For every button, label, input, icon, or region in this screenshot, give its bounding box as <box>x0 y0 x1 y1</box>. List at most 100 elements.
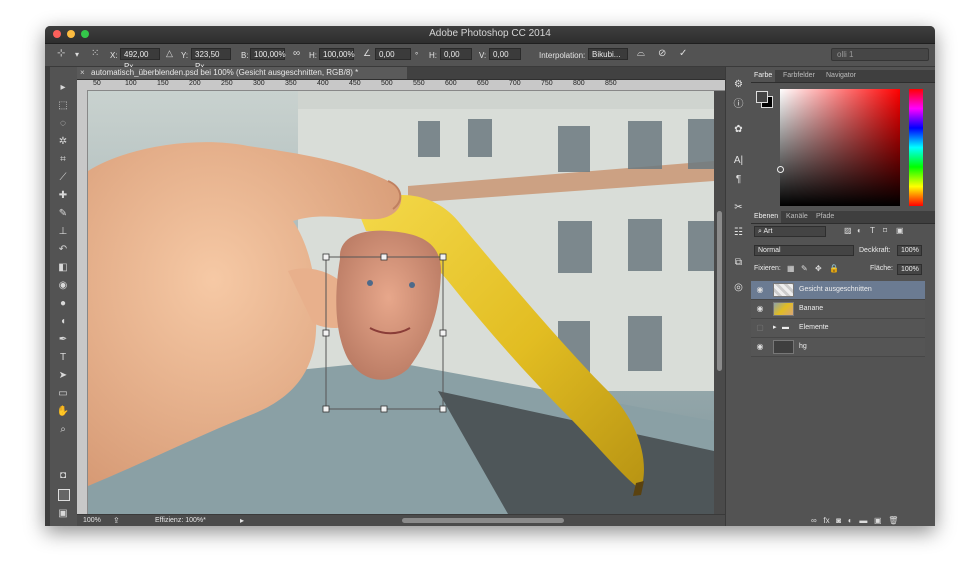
delta-icon[interactable]: △ <box>166 48 173 59</box>
shape-tool-icon[interactable]: ▭ <box>54 387 72 401</box>
tab-kanaele[interactable]: Kanäle <box>783 211 811 223</box>
folder-expand-icon[interactable]: ▸ <box>773 319 777 337</box>
blur-tool-icon[interactable]: ● <box>54 297 72 311</box>
filter-smart-object-icon[interactable]: ▣ <box>896 226 904 235</box>
type-tool-icon[interactable]: T <box>54 351 72 365</box>
cancel-transform-icon[interactable]: ⊘ <box>658 48 666 59</box>
angle-field[interactable]: 0,00 <box>375 48 411 60</box>
fill-field[interactable]: 100% <box>897 264 922 275</box>
move-tool-icon[interactable]: ▸ <box>54 81 72 95</box>
paragraph-panel-icon[interactable]: ¶ <box>731 174 746 186</box>
lock-all-icon[interactable]: 🔒 <box>829 264 839 273</box>
eyedropper-icon[interactable]: ⟋ <box>54 171 72 185</box>
workspace-select[interactable]: olli 1 <box>831 48 929 61</box>
new-group-icon[interactable]: ▬ <box>859 516 867 525</box>
vertical-ruler[interactable] <box>77 90 88 514</box>
layer-row-gesicht[interactable]: ◉ Gesicht ausgeschnitten <box>751 281 925 300</box>
adjustments-icon[interactable]: ☷ <box>731 227 746 239</box>
color-picker-field[interactable] <box>777 89 900 206</box>
hand-tool-icon[interactable]: ✋ <box>54 405 72 419</box>
dropdown-arrow-icon[interactable]: ▾ <box>75 50 79 59</box>
history-brush-icon[interactable]: ↶ <box>54 243 72 257</box>
marquee-tool-icon[interactable]: ⬚ <box>54 99 72 113</box>
filter-pixel-icon[interactable]: ▨ <box>844 226 852 235</box>
lock-pixels-icon[interactable]: ✎ <box>801 264 808 273</box>
new-layer-icon[interactable]: ▣ <box>874 516 882 525</box>
crop-tool-icon[interactable]: ⌗ <box>54 153 72 167</box>
tools-settings-icon[interactable]: ✂ <box>731 202 746 214</box>
brush-tool-icon[interactable]: ✎ <box>54 207 72 221</box>
vertical-scrollbar[interactable] <box>714 91 725 514</box>
zoom-level[interactable]: 100% <box>83 517 101 524</box>
eye-icon[interactable]: ◉ <box>754 281 766 299</box>
commit-transform-icon[interactable]: ✓ <box>679 48 687 59</box>
filter-shape-icon[interactable]: ⌑ <box>883 226 887 235</box>
foreground-color-swatch[interactable] <box>58 489 70 501</box>
horizontal-ruler[interactable]: 50 100 150 200 250 300 350 400 450 500 550 600 650 70… <box>88 80 725 91</box>
tab-pfade[interactable]: Pfade <box>813 211 837 223</box>
trash-icon[interactable]: 🗑 <box>888 516 898 525</box>
export-icon[interactable]: ⇪ <box>113 516 120 525</box>
hue-slider[interactable] <box>909 89 923 206</box>
panel-foreground-swatch[interactable] <box>756 91 768 103</box>
warp-icon[interactable]: ⌓ <box>637 48 645 59</box>
healing-brush-icon[interactable]: ✚ <box>54 189 72 203</box>
layer-comps-icon[interactable]: ⧉ <box>731 257 746 269</box>
link-layers-icon[interactable]: ∞ <box>811 516 817 525</box>
interpolation-select[interactable]: Bikubi... <box>588 48 628 60</box>
add-mask-icon[interactable]: ◙ <box>836 516 841 525</box>
width-field[interactable]: 100,00% <box>250 48 286 60</box>
close-tab-icon[interactable]: × <box>80 67 85 79</box>
link-icon[interactable]: ∞ <box>293 48 300 59</box>
fx-icon[interactable]: fx <box>823 516 829 525</box>
document-canvas[interactable] <box>88 91 714 514</box>
x-position-field[interactable]: 492,00 Px <box>120 48 160 71</box>
layer-row-banane[interactable]: ◉ Banane <box>751 300 925 319</box>
screen-mode-icon[interactable]: ▣ <box>54 507 72 521</box>
tab-farbfelder[interactable]: Farbfelder <box>780 70 818 82</box>
character-panel-icon[interactable]: A| <box>731 155 746 167</box>
opacity-field[interactable]: 100% <box>897 245 922 256</box>
color-picker-handle[interactable] <box>777 166 784 173</box>
layer-row-hg[interactable]: ◉ hg <box>751 338 925 357</box>
history-panel-icon[interactable]: ⚙ <box>731 79 746 91</box>
paint-bucket-icon[interactable]: ◉ <box>54 279 72 293</box>
tab-navigator[interactable]: Navigator <box>823 70 859 82</box>
eye-icon[interactable]: ◉ <box>754 300 766 318</box>
tab-farbe[interactable]: Farbe <box>751 70 776 82</box>
info-panel-icon[interactable]: ⓘ <box>731 99 746 111</box>
lock-transparency-icon[interactable]: ▦ <box>787 264 795 273</box>
pen-tool-icon[interactable]: ✒ <box>54 333 72 347</box>
lock-position-icon[interactable]: ✥ <box>815 264 822 273</box>
move-tool-icon[interactable]: ⊹ <box>57 48 65 59</box>
brush-presets-icon[interactable]: ✿ <box>731 124 746 136</box>
y-label: Y: <box>181 51 189 60</box>
3d-panel-icon[interactable]: ◎ <box>731 282 746 294</box>
zoom-tool-icon[interactable]: ⌕ <box>54 423 72 437</box>
status-menu-arrow-icon[interactable]: ▸ <box>240 516 244 525</box>
tab-ebenen[interactable]: Ebenen <box>751 211 782 223</box>
layer-filter-select[interactable]: ⌕ Art <box>754 226 826 237</box>
h-skew-field[interactable]: 0,00 <box>440 48 472 60</box>
eye-icon[interactable]: ◉ <box>754 338 766 356</box>
visibility-box-icon[interactable]: ▢ <box>754 319 766 337</box>
document-tab[interactable]: × automatisch_überblenden.psd bei 100% (… <box>77 67 407 79</box>
v-skew-field[interactable]: 0,00 <box>489 48 521 60</box>
dodge-tool-icon[interactable]: ◖ <box>54 315 72 329</box>
y-position-field[interactable]: 323,50 Px <box>191 48 231 71</box>
path-selection-icon[interactable]: ➤ <box>54 369 72 383</box>
reference-point-icon[interactable]: ⁙ <box>91 48 99 59</box>
vertical-scroll-thumb[interactable] <box>717 211 722 371</box>
eraser-icon[interactable]: ◧ <box>54 261 72 275</box>
filter-type-icon[interactable]: T <box>870 226 875 235</box>
quick-mask-icon[interactable]: ◘ <box>54 469 72 483</box>
adjustment-layer-icon[interactable]: ◐ <box>848 516 853 525</box>
magic-wand-icon[interactable]: ✲ <box>54 135 72 149</box>
blend-mode-select[interactable]: Normal <box>754 245 854 256</box>
height-field[interactable]: 100,00% <box>319 48 355 60</box>
clone-stamp-icon[interactable]: ⊥ <box>54 225 72 239</box>
lasso-tool-icon[interactable]: ◌ <box>54 117 72 131</box>
horizontal-scroll-thumb[interactable] <box>402 518 564 523</box>
filter-adjustment-icon[interactable]: ◐ <box>857 226 862 235</box>
layer-row-elemente[interactable]: ▢ ▸ ▬ Elemente <box>751 319 925 338</box>
